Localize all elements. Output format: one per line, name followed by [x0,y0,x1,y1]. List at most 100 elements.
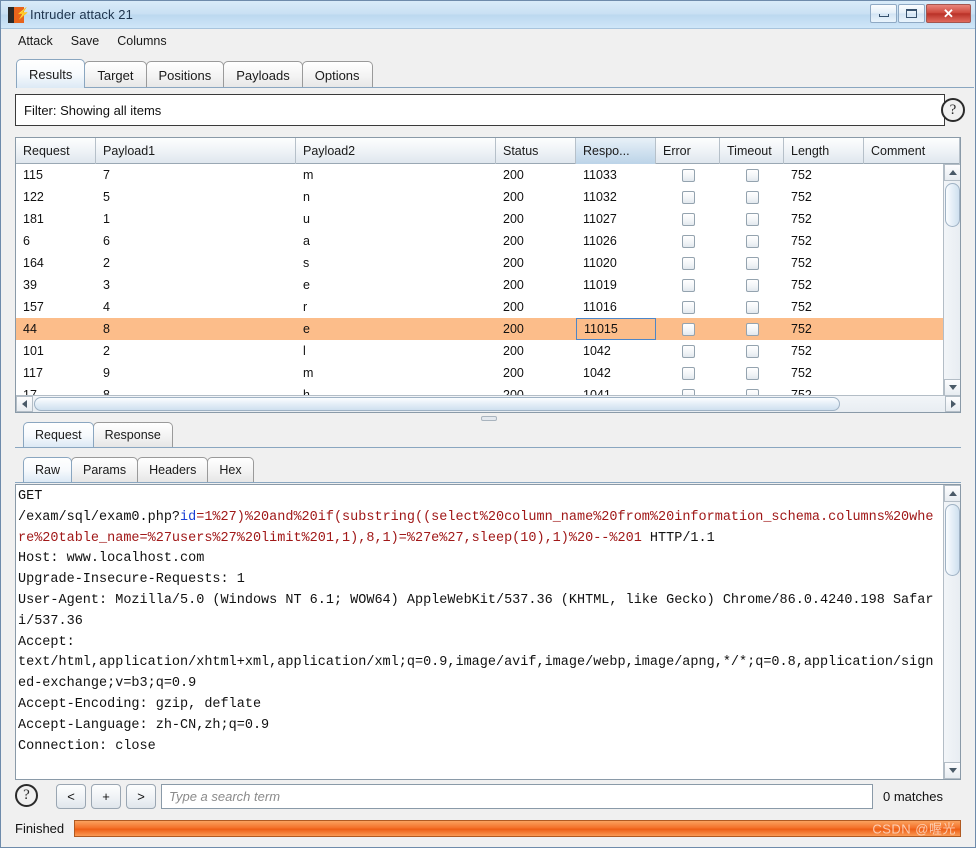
cell-error[interactable] [656,208,720,230]
table-row[interactable]: 101 2 l 200 1042 752 [16,340,944,362]
checkbox-error[interactable] [681,366,695,380]
checkbox-timeout[interactable] [745,366,759,380]
close-button[interactable]: ✕ [926,4,971,23]
raw-vertical-scrollbar[interactable] [943,485,960,779]
table-row[interactable]: 44 8 e 200 11015 752 [16,318,944,340]
column-header-label: Respo... [583,144,630,158]
checkbox-timeout[interactable] [745,234,759,248]
checkbox-timeout[interactable] [745,278,759,292]
scroll-up-arrow-icon[interactable] [944,164,960,181]
column-header-request[interactable]: Request [16,138,96,164]
cell-timeout[interactable] [720,230,784,252]
search-add-button[interactable]: + [91,783,121,809]
table-vertical-scrollbar[interactable] [943,164,960,396]
cell-timeout[interactable] [720,164,784,186]
raw-scroll-down-arrow-icon[interactable] [944,762,960,779]
checkbox-timeout[interactable] [745,212,759,226]
tab-headers[interactable]: Headers [137,457,209,482]
tab-request[interactable]: Request [23,422,94,447]
checkbox-error[interactable] [681,212,695,226]
table-body[interactable]: 115 7 m 200 11033 752 122 5 n 200 11032 752 181 1 u 200… [16,164,944,396]
column-header-error[interactable]: Error [656,138,720,164]
search-prev-button[interactable]: < [56,783,86,809]
maximize-button[interactable] [898,4,925,23]
checkbox-error[interactable] [681,300,695,314]
menu-item-save[interactable]: Save [69,33,102,49]
checkbox-timeout[interactable] [745,190,759,204]
checkbox-timeout[interactable] [745,344,759,358]
splitter-grip[interactable] [481,416,497,421]
column-header-payload2[interactable]: Payload2 [296,138,496,164]
cell-timeout[interactable] [720,252,784,274]
tab-options[interactable]: Options [301,61,373,88]
tab-hex[interactable]: Hex [207,457,254,482]
table-row[interactable]: 157 4 r 200 11016 752 [16,296,944,318]
checkbox-timeout[interactable] [745,322,759,336]
column-header-status[interactable]: Status [496,138,576,164]
table-horizontal-scrollbar[interactable] [16,395,960,412]
column-header-comment[interactable]: Comment [864,138,960,164]
cell-error[interactable] [656,274,720,296]
checkbox-error[interactable] [681,234,695,248]
column-header-payload1[interactable]: Payload1 [96,138,296,164]
table-row[interactable]: 39 3 e 200 11019 752 [16,274,944,296]
table-row[interactable]: 6 6 a 200 11026 752 [16,230,944,252]
raw-vertical-scroll-thumb[interactable] [945,504,960,576]
cell-timeout[interactable] [720,274,784,296]
search-next-button[interactable]: > [126,783,156,809]
menu-item-columns[interactable]: Columns [115,33,168,49]
tab-response[interactable]: Response [92,422,173,447]
scroll-right-arrow-icon[interactable] [945,396,960,412]
cell-timeout[interactable] [720,186,784,208]
vertical-scroll-thumb[interactable] [945,183,960,227]
scroll-left-arrow-icon[interactable] [16,396,33,412]
cell-error[interactable] [656,186,720,208]
raw-request-text[interactable]: GET /exam/sql/exam0.php?id=1%27)%20and%2… [18,487,940,757]
cell-error[interactable] [656,252,720,274]
raw-request-viewer[interactable]: GET /exam/sql/exam0.php?id=1%27)%20and%2… [15,484,961,780]
search-input[interactable]: Type a search term [161,783,873,809]
filter-bar[interactable]: Filter: Showing all items [15,94,945,126]
cell-error[interactable] [656,164,720,186]
checkbox-timeout[interactable] [745,300,759,314]
column-header-timeout[interactable]: Timeout [720,138,784,164]
checkbox-error[interactable] [681,168,695,182]
tab-params[interactable]: Params [71,457,139,482]
cell-error[interactable] [656,318,720,340]
tab-positions[interactable]: Positions [145,61,225,88]
horizontal-scroll-thumb[interactable] [34,397,840,411]
cell-timeout[interactable] [720,208,784,230]
cell-error[interactable] [656,362,720,384]
checkbox-timeout[interactable] [745,168,759,182]
tab-raw[interactable]: Raw [23,457,73,482]
cell-timeout[interactable] [720,340,784,362]
table-row[interactable]: 115 7 m 200 11033 752 [16,164,944,186]
cell-timeout[interactable] [720,362,784,384]
scroll-down-arrow-icon[interactable] [944,379,960,396]
question-mark-icon[interactable]: ? [941,98,965,122]
cell-error[interactable] [656,296,720,318]
checkbox-error[interactable] [681,344,695,358]
table-row[interactable]: 181 1 u 200 11027 752 [16,208,944,230]
search-question-mark-icon[interactable]: ? [15,784,38,807]
checkbox-error[interactable] [681,322,695,336]
cell-timeout[interactable] [720,318,784,340]
table-row[interactable]: 117 9 m 200 1042 752 [16,362,944,384]
raw-scroll-up-arrow-icon[interactable] [944,485,960,502]
column-header-length[interactable]: Length [784,138,864,164]
menu-item-attack[interactable]: Attack [16,33,55,49]
tab-results[interactable]: Results [16,59,86,88]
column-header-response[interactable]: Respo... [576,138,656,164]
tab-target[interactable]: Target [84,61,147,88]
table-row[interactable]: 122 5 n 200 11032 752 [16,186,944,208]
checkbox-error[interactable] [681,278,695,292]
tab-payloads[interactable]: Payloads [223,61,303,88]
minimize-button[interactable] [870,4,897,23]
table-row[interactable]: 164 2 s 200 11020 752 [16,252,944,274]
cell-error[interactable] [656,340,720,362]
cell-error[interactable] [656,230,720,252]
cell-timeout[interactable] [720,296,784,318]
checkbox-error[interactable] [681,256,695,270]
checkbox-timeout[interactable] [745,256,759,270]
checkbox-error[interactable] [681,190,695,204]
